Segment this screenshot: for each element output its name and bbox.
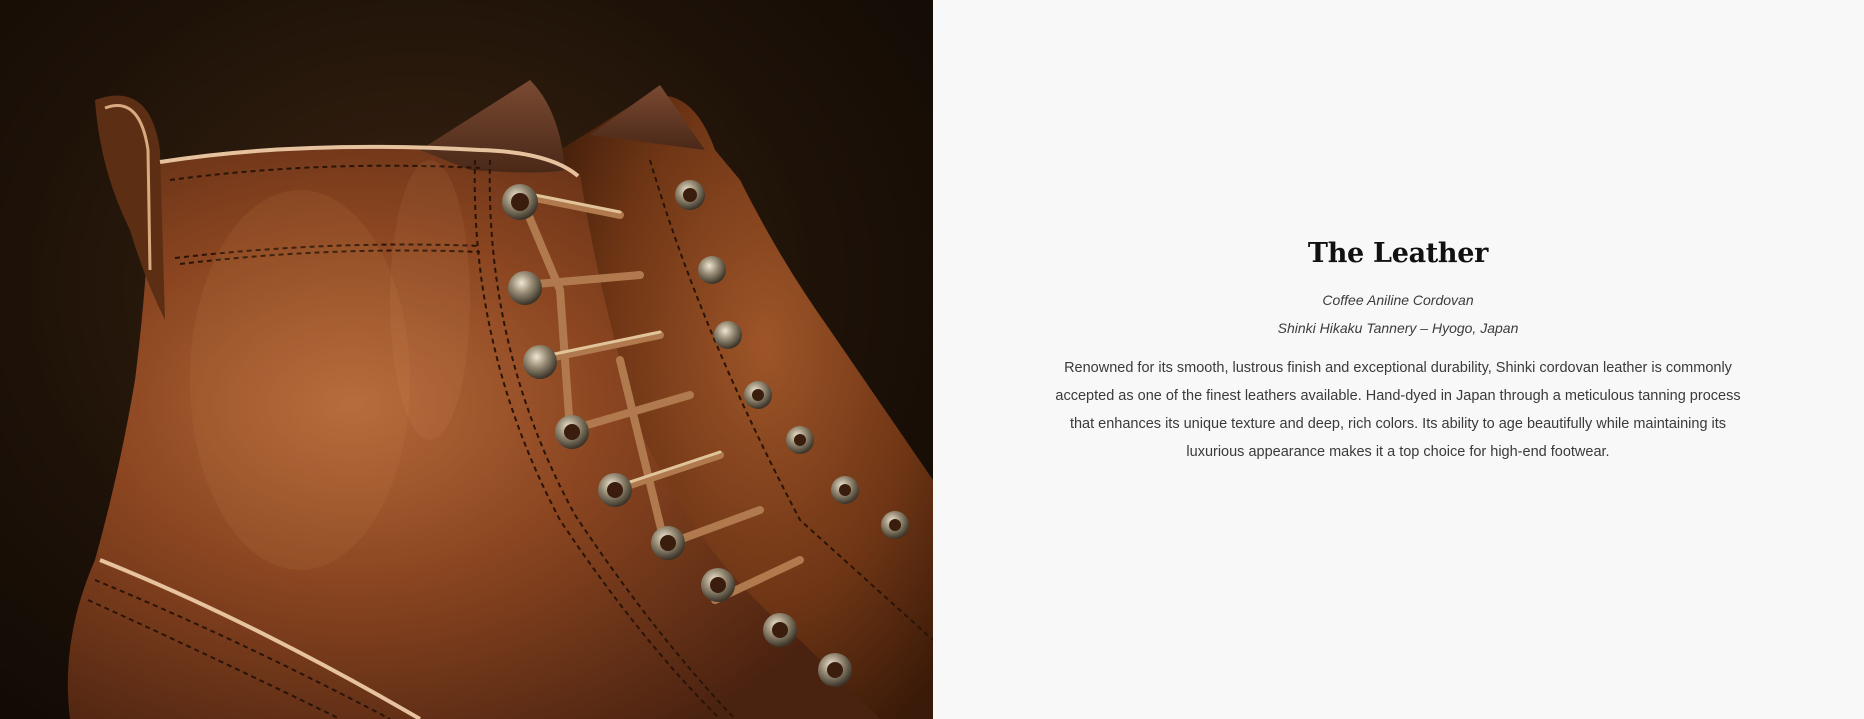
boot-illustration: [67, 80, 933, 719]
boot-photo: [0, 0, 933, 719]
tannery-name: Shinki Hikaku Tannery – Hyogo, Japan: [1277, 320, 1519, 336]
section-title: The Leather: [1307, 238, 1489, 269]
leather-text-block: The Leather Coffee Aniline Cordovan Shin…: [1048, 232, 1748, 466]
leather-material-name: Coffee Aniline Cordovan: [1322, 292, 1474, 308]
leather-info-panel: The Leather Coffee Aniline Cordovan Shin…: [933, 0, 1864, 719]
leather-description: Renowned for its smooth, lustrous finish…: [1055, 360, 1741, 460]
leather-feature-section: The Leather Coffee Aniline Cordovan Shin…: [0, 0, 1864, 719]
